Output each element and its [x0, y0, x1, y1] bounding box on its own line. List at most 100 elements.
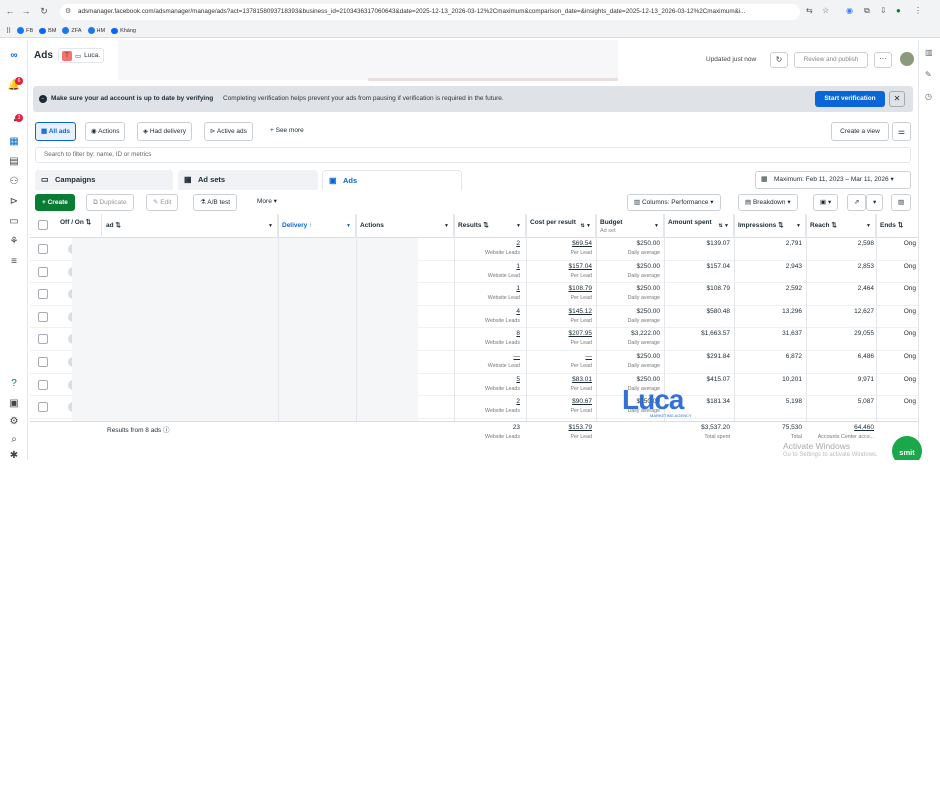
search-input[interactable]: Search to filter by: name, ID or metrics — [35, 147, 911, 163]
export-dropdown[interactable]: ▾ — [866, 194, 884, 211]
results-value[interactable]: 2 — [454, 398, 520, 405]
menu-icon[interactable]: ⋮ — [914, 6, 922, 15]
select-all-checkbox[interactable] — [38, 220, 48, 230]
chip-see-more[interactable]: + See more — [265, 122, 309, 141]
row-checkbox[interactable] — [38, 244, 48, 254]
bookmark-hm[interactable]: HM — [87, 27, 105, 34]
export-button[interactable]: ⇗ — [847, 194, 867, 211]
chip-all-ads[interactable]: ▦ All ads — [35, 122, 77, 141]
site-info-icon[interactable]: ⚙ — [65, 4, 71, 20]
edit-button[interactable]: ✎ Edit — [146, 194, 179, 211]
book-icon[interactable]: ▤ — [7, 156, 21, 168]
reports-dropdown[interactable]: ▣ ▾ — [813, 194, 839, 211]
results-value[interactable]: 2 — [454, 240, 520, 247]
columns-dropdown[interactable]: ▥ Columns: Performance ▾ — [627, 194, 721, 211]
close-icon[interactable]: ✕ — [889, 91, 905, 107]
start-verification-button[interactable]: Start verification — [815, 91, 885, 107]
star-icon[interactable]: ☆ — [822, 6, 829, 15]
account-selector[interactable]: T ▭ Luca. — [58, 48, 105, 63]
chip-had-delivery[interactable]: ◈ Had delivery — [137, 122, 192, 141]
more-button[interactable]: ··· — [874, 52, 892, 68]
apps-icon[interactable]: ⠿ — [6, 27, 11, 35]
row-checkbox[interactable] — [38, 379, 48, 390]
col-actions[interactable]: Actions ▼ — [356, 214, 454, 238]
review-publish-button[interactable]: Review and publish — [794, 52, 868, 68]
budget-value[interactable]: $250.00 — [596, 285, 661, 292]
col-delivery[interactable]: Delivery ↑ ▼ — [278, 214, 356, 238]
results-value[interactable]: — — [454, 353, 521, 360]
billing-icon[interactable]: ▭ — [7, 216, 21, 228]
chart-toggle-button[interactable]: ▨ — [891, 194, 912, 211]
profile-icon[interactable]: ● — [896, 6, 901, 15]
col-budget[interactable]: Budget Ad set ▼ — [596, 214, 664, 238]
budget-value[interactable]: $250.00 — [596, 376, 661, 383]
forward-icon[interactable]: → — [18, 6, 34, 16]
puzzle-icon[interactable]: ⧉ — [864, 6, 870, 16]
back-icon[interactable]: ← — [2, 6, 18, 16]
results-value[interactable]: 5 — [454, 376, 520, 383]
chart-icon[interactable]: ▥ — [925, 48, 933, 57]
row-checkbox[interactable] — [38, 266, 48, 277]
results-value[interactable]: 8 — [454, 330, 520, 337]
budget-value[interactable]: $250.00 — [596, 240, 661, 247]
cost-per-result-value[interactable]: — — [526, 353, 593, 360]
reload-icon[interactable]: ↻ — [36, 6, 52, 17]
date-range-picker[interactable]: ▦ Maximum: Feb 11, 2023 – Mar 11, 2026 ▾ — [755, 171, 911, 189]
budget-value[interactable]: $250.00 — [596, 263, 661, 270]
megaphone-icon[interactable]: ⊳ — [7, 196, 21, 208]
address-bar[interactable]: ⚙ adsmanager.facebook.com/adsmanager/man… — [60, 4, 800, 20]
breakdown-dropdown[interactable]: ▤ Breakdown ▾ — [738, 194, 798, 211]
extension-icon[interactable]: ◉ — [846, 6, 853, 15]
chip-actions[interactable]: ◉ Actions — [85, 122, 126, 141]
bookmark-fb[interactable]: FB — [17, 27, 33, 34]
history-icon[interactable]: ◷ — [925, 92, 932, 101]
chip-active-ads[interactable]: ⊳ Active ads — [204, 122, 253, 141]
budget-value[interactable]: $250.00 — [596, 308, 661, 315]
gear-icon[interactable]: ⚙ — [7, 416, 21, 428]
events-icon[interactable]: ⚘ — [7, 236, 21, 248]
col-ends[interactable]: Ends ⇅ — [876, 214, 918, 238]
hamburger-icon[interactable]: ≡ — [7, 256, 21, 268]
results-value[interactable]: 1 — [454, 285, 520, 292]
row-checkbox[interactable] — [38, 311, 48, 322]
col-impressions[interactable]: Impressions ⇅ ▼ — [734, 214, 806, 238]
tune-icon[interactable]: ⚌ — [892, 122, 911, 141]
bookmark-zfa[interactable]: ZFA — [62, 27, 82, 34]
download-icon[interactable]: ⇩ — [880, 6, 887, 15]
cost-per-result-value[interactable]: $83.01 — [526, 376, 592, 383]
tab-adsets[interactable]: ▦ Ad sets — [178, 170, 318, 190]
budget-value[interactable]: $3,222.00 — [596, 330, 660, 337]
translate-icon[interactable]: ⇆ — [806, 6, 813, 15]
duplicate-button[interactable]: ⧉ Duplicate — [86, 194, 134, 211]
results-value[interactable]: 4 — [454, 308, 520, 315]
tab-ads[interactable]: ▣ Ads — [322, 170, 462, 190]
row-checkbox[interactable] — [38, 334, 48, 345]
cost-per-result-value[interactable]: $207.95 — [526, 330, 593, 337]
refresh-button[interactable]: ↻ — [770, 52, 788, 68]
audience-icon[interactable]: ⚇ — [7, 176, 21, 188]
create-view-button[interactable]: Create a view — [831, 122, 889, 141]
cost-per-result-value[interactable]: $69.54 — [526, 240, 592, 247]
search-icon[interactable]: ⌕ — [7, 434, 21, 446]
col-results[interactable]: Results ⇅ ▼ — [454, 214, 526, 238]
col-cost-per-result[interactable]: Cost per result ⇅ ▼ — [526, 214, 596, 238]
more-dropdown[interactable]: More ▾ — [251, 194, 283, 211]
abtest-button[interactable]: ⚗ A/B test — [193, 194, 238, 211]
cost-per-result-value[interactable]: $90.67 — [526, 398, 592, 405]
avatar[interactable] — [900, 52, 914, 66]
cost-per-result-value[interactable]: $108.79 — [526, 285, 593, 292]
row-checkbox[interactable] — [38, 357, 48, 367]
col-offon[interactable]: Off / On ⇅ — [56, 214, 102, 238]
results-value[interactable]: 1 — [454, 263, 520, 270]
budget-value[interactable]: $250.00 — [596, 353, 661, 360]
col-amount-spent[interactable]: Amount spent ⇅ ▼ — [664, 214, 734, 238]
bug-icon[interactable]: ✱ — [7, 450, 21, 460]
col-reach[interactable]: Reach ⇅ ▼ — [806, 214, 876, 238]
row-checkbox[interactable] — [38, 402, 48, 413]
pencil-icon[interactable]: ✎ — [925, 70, 932, 79]
tab-campaigns[interactable]: ▭ Campaigns — [35, 170, 173, 190]
cost-per-result-value[interactable]: $157.04 — [526, 263, 593, 270]
create-button[interactable]: + Create — [35, 194, 75, 211]
row-checkbox[interactable] — [38, 289, 48, 300]
col-ad[interactable]: ad ⇅ ▼ — [102, 214, 278, 238]
